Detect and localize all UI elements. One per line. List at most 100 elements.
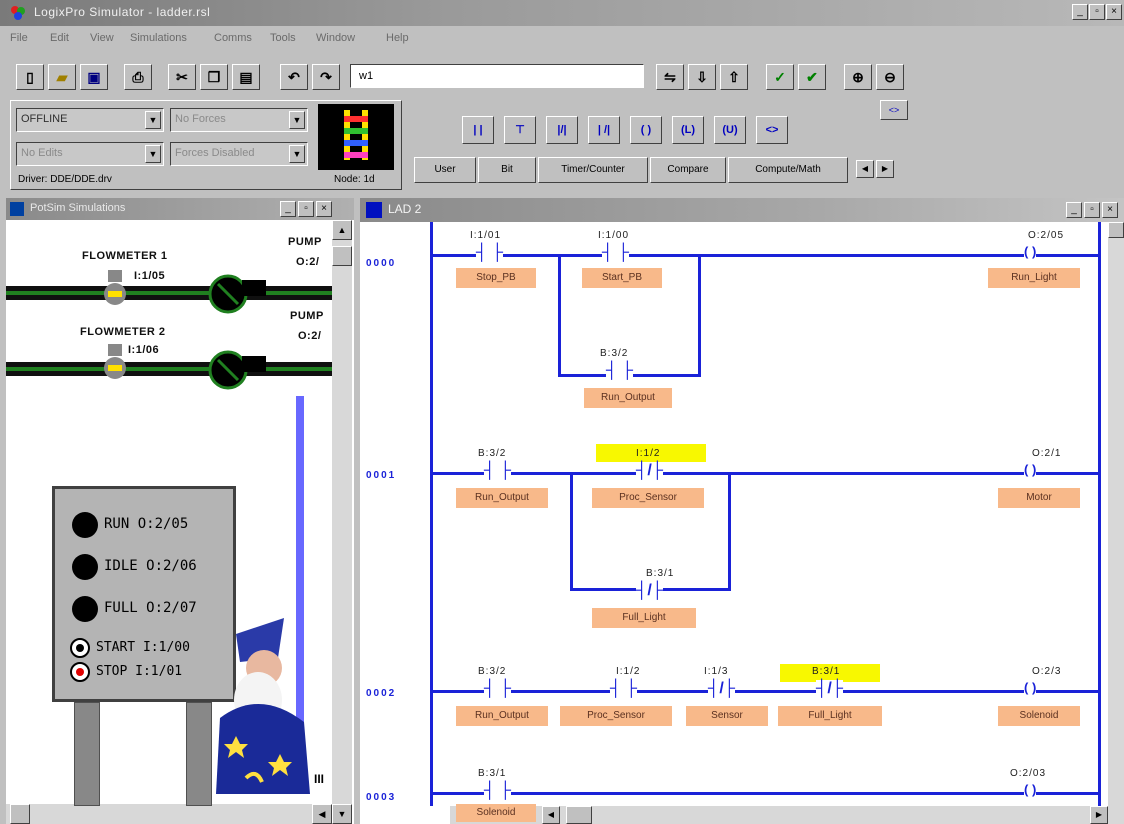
tab-compare[interactable]: Compare [650,157,726,183]
cut-button[interactable]: ✂ [168,64,196,90]
instr-branch-button[interactable]: ⊤ [504,116,536,144]
verify-all-button[interactable]: ✔ [798,64,826,90]
tab-scroll-right-button[interactable]: ▶ [876,160,894,178]
menu-window[interactable]: Window [316,32,355,44]
tag-label: Run_Output [456,488,548,508]
xic-contact-icon[interactable]: ┤ ├ [610,680,638,698]
xic-contact-icon[interactable]: ┤ ├ [602,244,630,262]
instr-xic-button[interactable]: | | [462,116,494,144]
forces-state-select[interactable]: Forces Disabled ▼ [170,142,308,166]
tab-bit[interactable]: Bit [478,157,536,183]
instr-otu-button[interactable]: (U) [714,116,746,144]
rung-wire [433,690,1098,693]
close-button[interactable]: × [1106,4,1122,20]
maximize-button[interactable]: ▫ [1089,4,1105,20]
chevron-down-icon: ▼ [145,145,161,163]
menu-edit[interactable]: Edit [50,32,69,44]
menu-simulations[interactable]: Simulations [130,32,187,44]
zoom-in-button[interactable]: ⊕ [844,64,872,90]
tab-scroll-left-button[interactable]: ◀ [856,160,874,178]
xio-contact-icon[interactable]: ┤/├ [708,680,736,698]
output-coil-icon[interactable]: ( ) [1024,680,1037,695]
tag-label: Run_Output [584,388,672,408]
ladder-logo-icon [318,104,394,170]
xio-contact-icon[interactable]: ┤/├ [636,462,664,480]
full-light-label: FULL O:2/07 [104,600,197,616]
instr-otl-button[interactable]: (L) [672,116,704,144]
menu-file[interactable]: File [10,32,28,44]
mode-select[interactable]: OFFLINE ▼ [16,108,164,132]
print-button[interactable]: ⎙ [124,64,152,90]
xic-contact-icon[interactable]: ┤ ├ [484,782,512,800]
verify-button[interactable]: ✓ [766,64,794,90]
undo-button[interactable]: ↶ [280,64,308,90]
lad-close-button[interactable]: × [1102,202,1118,218]
tag-label: Start_PB [582,268,662,288]
tag-label: Stop_PB [456,268,536,288]
coil-address: O:2/3 [1032,666,1062,677]
sim-minimize-button[interactable]: _ [280,201,296,217]
rung-wire [433,472,1098,475]
new-button[interactable]: ▯ [16,64,44,90]
xio-contact-icon[interactable]: ┤/├ [636,582,664,600]
upload-button[interactable]: ⇧ [720,64,748,90]
paste-button[interactable]: ▤ [232,64,260,90]
branch-wire [570,472,573,590]
copy-button[interactable]: ❐ [200,64,228,90]
collapse-icon[interactable]: <> [880,100,908,120]
flowmeter2-addr: I:1/06 [128,344,160,356]
menu-tools[interactable]: Tools [270,32,296,44]
menu-comms[interactable]: Comms [214,32,252,44]
minimize-button[interactable]: _ [1072,4,1088,20]
pump1-icon [206,274,266,314]
lad-vscrollbar[interactable] [1108,222,1124,806]
driver-text: Driver: DDE/DDE.drv [18,174,112,185]
output-coil-icon[interactable]: ( ) [1024,782,1037,797]
start-button[interactable] [70,638,90,658]
xio-contact-icon[interactable]: ┤ ├ [476,244,504,262]
contact-address: I:1/00 [598,230,630,241]
redo-button[interactable]: ↷ [312,64,340,90]
coil-address: O:2/05 [1028,230,1065,241]
node-text: Node: 1d [334,174,375,185]
instr-more-button[interactable]: <> [756,116,788,144]
menu-view[interactable]: View [90,32,114,44]
tab-user[interactable]: User [414,157,476,183]
open-button[interactable]: ▰ [48,64,76,90]
output-coil-icon[interactable]: ( ) [1024,244,1037,259]
instr-xio-button[interactable]: |/| [546,116,578,144]
download-button[interactable]: ⇩ [688,64,716,90]
edits-select[interactable]: No Edits ▼ [16,142,164,166]
sim-close-button[interactable]: × [316,201,332,217]
menu-help[interactable]: Help [386,32,409,44]
xio-contact-icon[interactable]: ┤/├ [816,680,844,698]
pump1-addr: O:2/ [296,256,320,268]
tab-timer-counter[interactable]: Timer/Counter [538,157,648,183]
sim-vscrollbar[interactable]: ▲ [332,220,352,804]
flowmeter2-icon [100,344,130,380]
address-input[interactable]: w1 [350,64,644,88]
xic-contact-icon[interactable]: ┤ ├ [606,362,634,380]
idle-light-label: IDLE O:2/06 [104,558,197,574]
sim-hscrollbar[interactable]: ◀ ▼ [6,804,352,824]
xic-contact-icon[interactable]: ┤ ├ [484,462,512,480]
instr-ons-button[interactable]: | /| [588,116,620,144]
stop-button[interactable] [70,662,90,682]
contact-address: B:3/1 [812,666,841,677]
lad-maximize-button[interactable]: ▫ [1084,202,1100,218]
lad-minimize-button[interactable]: _ [1066,202,1082,218]
tab-compute-math[interactable]: Compute/Math [728,157,848,183]
instr-ote-button[interactable]: ( ) [630,116,662,144]
chevron-down-icon: ▼ [145,111,161,129]
sim-icon [10,202,24,216]
output-coil-icon[interactable]: ( ) [1024,462,1037,477]
rung-number: 0003 [366,792,397,803]
save-button[interactable]: ▣ [80,64,108,90]
contact-address: B:3/2 [478,666,507,677]
forces-select[interactable]: No Forces ▼ [170,108,308,132]
sim-maximize-button[interactable]: ▫ [298,201,314,217]
lad-hscrollbar[interactable]: ◀ ▶ [450,806,1124,824]
xic-contact-icon[interactable]: ┤ ├ [484,680,512,698]
go-online-button[interactable]: ⇋ [656,64,684,90]
zoom-out-button[interactable]: ⊖ [876,64,904,90]
